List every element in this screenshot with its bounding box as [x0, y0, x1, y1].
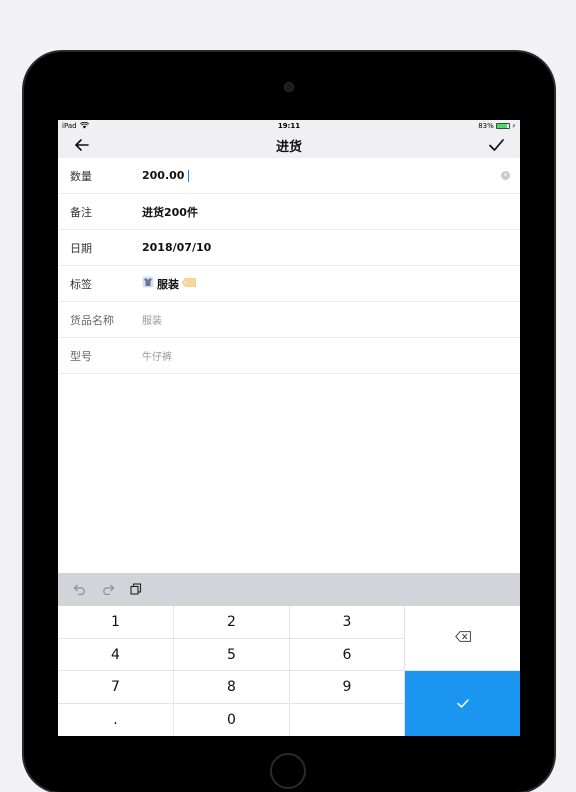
key-7[interactable]: 7 [58, 671, 174, 704]
key-2[interactable]: 2 [174, 606, 290, 639]
checkmark-icon [488, 136, 504, 155]
goods-name-row[interactable]: 货品名称 服装 [58, 302, 520, 338]
number-keypad: 1 2 3 4 5 6 7 8 9 . 0 [58, 606, 520, 736]
wifi-icon [79, 121, 89, 131]
status-right: 83% ⚡ [478, 122, 516, 130]
model-row[interactable]: 型号 牛仔裤 [58, 338, 520, 374]
back-button[interactable] [72, 135, 92, 155]
arrow-left-icon [75, 136, 89, 155]
page-title: 进货 [275, 139, 303, 155]
backspace-key[interactable] [405, 606, 520, 671]
device-name: iPad [62, 122, 77, 130]
quantity-label: 数量 [70, 169, 92, 183]
text-caret [188, 169, 190, 182]
undo-icon [73, 580, 87, 599]
quantity-input[interactable]: 200.00 [142, 169, 190, 182]
note-label: 备注 [70, 205, 92, 219]
battery-percent: 83% [478, 122, 494, 130]
tag-value-group: 服装 [142, 276, 196, 292]
clothing-icon [142, 276, 154, 291]
save-button[interactable] [486, 135, 506, 155]
battery-fill [496, 124, 507, 128]
date-value: 2018/07/10 [142, 241, 212, 254]
keyboard-toolbar [58, 573, 520, 606]
undo-button[interactable] [72, 582, 88, 598]
backspace-icon [454, 630, 471, 646]
app-screen: iPad 19:11 83% ⚡ 进货 数量 200.00 × 备注 进货200… [58, 120, 520, 736]
tag-row[interactable]: 标签 服装 [58, 266, 520, 302]
checkmark-icon [456, 696, 469, 712]
tag-value: 服装 [157, 277, 179, 291]
quantity-row[interactable]: 数量 200.00 × [58, 158, 520, 194]
home-button[interactable] [270, 753, 306, 789]
confirm-key[interactable] [405, 671, 520, 736]
key-0[interactable]: 0 [174, 704, 290, 736]
quantity-value: 200.00 [142, 169, 185, 182]
battery-icon [495, 123, 510, 129]
key-empty [290, 704, 405, 736]
paste-icon [130, 580, 142, 599]
model-label: 型号 [70, 349, 92, 363]
camera [285, 83, 293, 91]
key-5[interactable]: 5 [174, 639, 290, 671]
key-9[interactable]: 9 [290, 671, 405, 704]
tag-label-icon [182, 277, 196, 290]
goods-name-label: 货品名称 [70, 313, 114, 327]
model-value: 牛仔裤 [142, 352, 172, 363]
key-3[interactable]: 3 [290, 606, 405, 639]
key-4[interactable]: 4 [58, 639, 174, 671]
record-form: 数量 200.00 × 备注 进货200件 日期 2018/07/10 标签 服… [58, 158, 520, 374]
goods-name-value: 服装 [142, 316, 162, 327]
key-1[interactable]: 1 [58, 606, 174, 639]
clear-icon[interactable]: × [501, 171, 510, 180]
status-time: 19:11 [277, 122, 301, 130]
date-label: 日期 [70, 241, 92, 255]
key-6[interactable]: 6 [290, 639, 405, 671]
paste-button[interactable] [128, 582, 144, 598]
tag-label: 标签 [70, 277, 92, 291]
date-row[interactable]: 日期 2018/07/10 [58, 230, 520, 266]
nav-bar: 进货 [58, 132, 520, 158]
note-value: 进货200件 [142, 205, 198, 219]
key-decimal[interactable]: . [58, 704, 174, 736]
status-left: iPad [62, 121, 89, 131]
charging-icon: ⚡ [511, 122, 516, 130]
note-row[interactable]: 备注 进货200件 [58, 194, 520, 230]
status-bar: iPad 19:11 83% ⚡ [58, 120, 520, 132]
redo-icon [101, 580, 115, 599]
key-8[interactable]: 8 [174, 671, 290, 704]
redo-button[interactable] [100, 582, 116, 598]
